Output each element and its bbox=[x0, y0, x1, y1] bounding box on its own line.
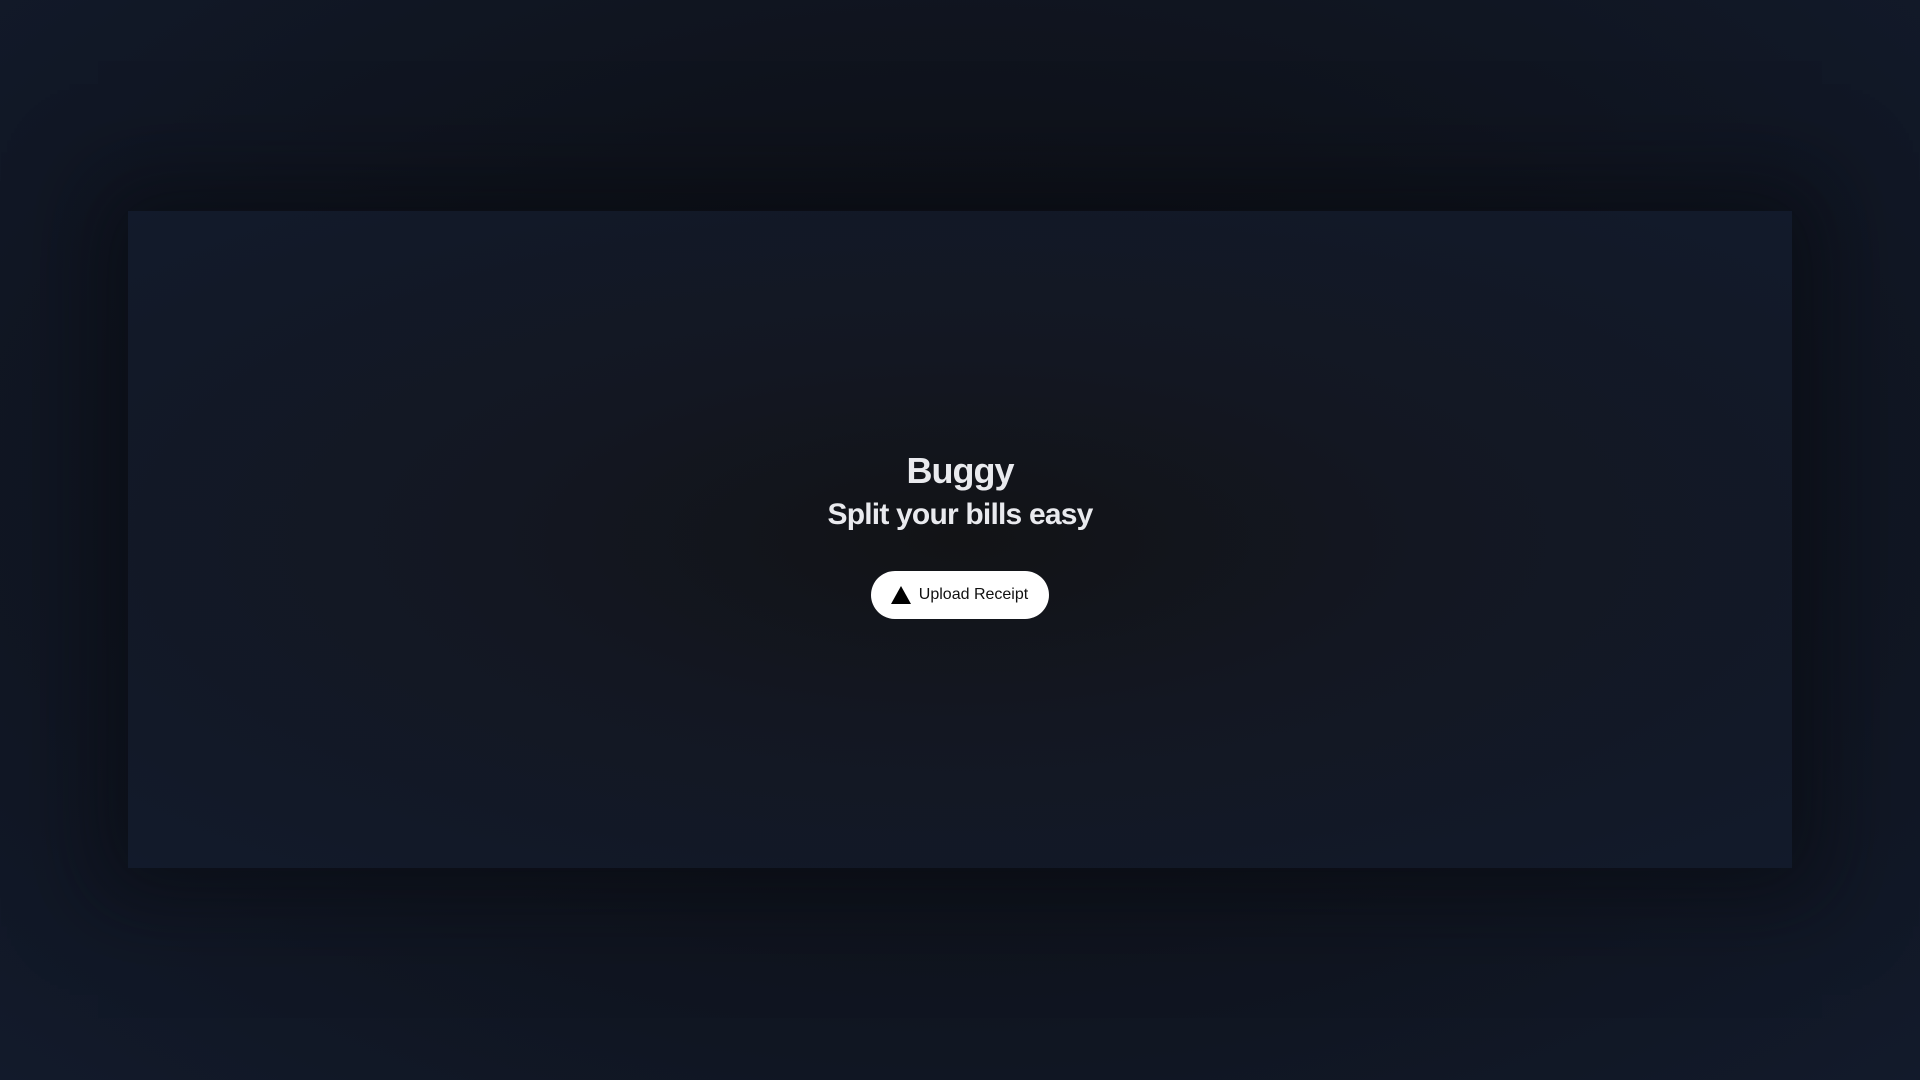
hero-content: Buggy Split your bills easy Upload Recei… bbox=[828, 449, 1093, 619]
triangle-upload-icon bbox=[890, 585, 911, 604]
upload-receipt-label: Upload Receipt bbox=[918, 585, 1029, 603]
hero-panel: Buggy Split your bills easy Upload Recei… bbox=[128, 211, 1792, 868]
upload-receipt-button[interactable]: Upload Receipt bbox=[870, 570, 1050, 619]
app-title: Buggy bbox=[906, 449, 1015, 491]
app-tagline: Split your bills easy bbox=[827, 497, 1094, 531]
